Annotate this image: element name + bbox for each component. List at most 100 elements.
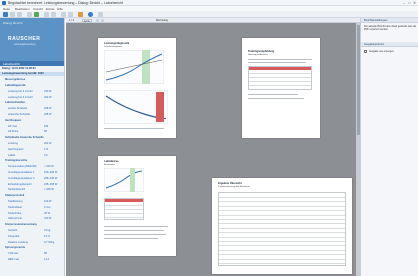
tree-item[interactable]: HF max 184 [0,124,64,128]
tree-item[interactable]: Stufenhöhe 30 W [0,211,64,215]
page-1-subtitle: Laktatleistungskurve [104,46,123,48]
redo-icon[interactable] [51,12,56,17]
tree-item[interactable]: HF Ruhe 58 [0,130,64,134]
copy-icon[interactable] [68,12,73,17]
page-2-text-line [248,94,298,95]
tree-item[interactable]: Dialog: 19.01.2022 14:28:34 [0,66,64,70]
table-row [219,236,345,238]
table-row [219,245,345,247]
tree-item-value: 208 W [44,107,52,111]
tree-item[interactable]: Leistung bei 4 mmol/l 262 W [0,95,64,99]
tree-item-label: Körperzusammensetzung [5,223,37,227]
tree-item[interactable]: Messergebnisse [0,78,64,82]
tree-item-label: HF Ruhe [8,130,19,134]
tree-item-label: Stufenhöhe [8,211,22,215]
tree-item[interactable]: Laktat 3,9 [0,153,64,157]
settings-section-header[interactable]: Berichteinstellungen [361,18,418,23]
tree-item-label: Leistung bei 2 mmol/l [8,89,33,93]
settings-icon[interactable] [98,12,103,17]
tree-item[interactable]: Herzfrequenz 171 [0,147,64,151]
new-icon[interactable] [3,12,8,17]
tree-item-value: 58 [44,130,47,134]
tree-item[interactable]: Kompensation (REKOM) < 150 W [0,165,64,169]
tree-item-value: < 150 W [44,165,54,169]
zoom-out-icon[interactable] [101,18,104,22]
tree-item-value: 268 W [44,112,52,116]
tree-item[interactable]: Laktatdiagnostik [0,83,64,87]
tree-item[interactable]: Stufendauer 3 min [0,205,64,209]
tree-item-label: Grundlagenausdauer 2 [8,176,35,180]
tree-item[interactable]: Abbruch bei 310 W [0,217,64,221]
tree-item-label: Dialog: 19.01.2022 14:28:34 [2,66,36,70]
page-2-text-line [248,98,304,99]
tree-item[interactable]: aerobe Schwelle 208 W [0,107,64,111]
tree-item[interactable]: Spitzenbereich > 268 W [0,188,64,192]
tree-item[interactable]: Individuelle Anaerobe Schwelle [0,136,64,140]
tree-item[interactable]: Körperzusammensetzung [0,223,64,227]
print-icon[interactable] [27,12,32,17]
tree-item[interactable]: Trainingsbereiche [0,159,64,163]
cut-icon[interactable] [61,12,66,17]
document-area: 1 / 4 42 % Mehrseitig Leistungsdiagnosti… [66,18,360,276]
document-toolbar: 1 / 4 42 % Mehrseitig [66,18,360,23]
tree-item[interactable]: anaerobe Schwelle 268 W [0,112,64,116]
output-section-header[interactable]: Ausgabeoptionen [361,42,418,47]
tree-item-label: Kompensation (REKOM) [8,165,37,169]
tree-item[interactable]: Grundlagenausdauer 2 208–245 W [0,176,64,180]
tree-item-label: Trainingsbereiche [5,159,28,163]
tree-item[interactable]: Spiroergometrie [0,246,64,250]
tree-item[interactable]: Gewicht 72 kg [0,228,64,232]
table-row [219,205,345,207]
report-page-3[interactable]: Laktatkurve Einzelstufen [98,156,176,256]
info-icon[interactable] [88,12,93,17]
regenerate-checkbox[interactable] [364,50,367,53]
tree-item-label: Laktatschwellen [5,101,26,105]
tree-item[interactable]: Leistungsbewertung bei HB: 4000 [0,71,64,76]
tree-item[interactable]: RER max 1,12 [0,257,64,261]
open-icon[interactable] [10,12,15,17]
main-toolbar [0,11,418,18]
tree-item-label: Grundlagenausdauer 1 [8,170,35,174]
page-1-footer-line [104,128,164,129]
tree-item-label: Entwicklungsbereich [8,182,32,186]
zoom-in-icon[interactable] [96,18,99,22]
brand-header: Dialog: Bericht RAUSCHER Leistungsbewert… [0,18,64,61]
tree-item[interactable]: Körperfett 14 % [0,234,64,238]
tree-item[interactable]: Herzfrequenz [0,118,64,122]
tree-item[interactable]: Laktatschwellen [0,101,64,105]
tree-item-value: 310 W [44,217,52,221]
export-icon[interactable] [34,12,39,17]
right-panel: Berichteinstellungen Der aktuelle Berich… [360,18,418,276]
tree-item[interactable]: Startleistung 100 W [0,199,64,203]
tree-item[interactable]: VO2max 58 [0,252,64,256]
table-row [219,197,345,198]
tree-item[interactable]: Grundlagenausdauer 1 150–208 W [0,170,64,174]
report-page-1[interactable]: Leistungsdiagnostik Laktatleistungskurve [98,38,176,138]
tree-item[interactable]: Stufenprotokoll [0,194,64,198]
tree-item[interactable]: Leistung 264 W [0,141,64,145]
minimize-button[interactable]: – [403,1,405,5]
tree-item[interactable]: Leistung bei 2 mmol/l 230 W [0,89,64,93]
tree-item-label: Leistungsbewertung bei HB: 4000 [2,72,44,76]
table-row [219,232,345,234]
view-mode-label[interactable]: Mehrseitig [156,19,168,22]
page-3-chart [104,168,144,192]
close-button[interactable]: ✕ [413,1,416,5]
maximize-button[interactable]: □ [408,1,410,5]
table-row [219,201,345,203]
tree-item-label: Leistung bei 4 mmol/l [8,95,33,99]
tree-item[interactable]: Entwicklungsbereich 245–268 W [0,182,64,186]
tree-item-value: 14 % [44,234,50,238]
page-3-title: Laktatkurve [104,160,119,163]
save-icon[interactable] [17,12,22,17]
chart-icon[interactable] [78,12,83,17]
table-row [219,214,345,216]
undo-icon[interactable] [44,12,49,17]
tree-item-label: Spitzenbereich [8,188,26,192]
report-page-4[interactable]: Ergebnis Übersicht Zusammenfassung aller… [212,178,352,274]
report-page-2[interactable]: Trainingsempfehlung Herzfrequenzbereiche [242,38,320,138]
tree-item-label: Körperfett [8,234,20,238]
tree-item-value: > 268 W [44,188,54,192]
zoom-field[interactable]: 42 % [82,19,92,23]
tree-item[interactable]: Relative Leistung 3,7 W/kg [0,240,64,244]
